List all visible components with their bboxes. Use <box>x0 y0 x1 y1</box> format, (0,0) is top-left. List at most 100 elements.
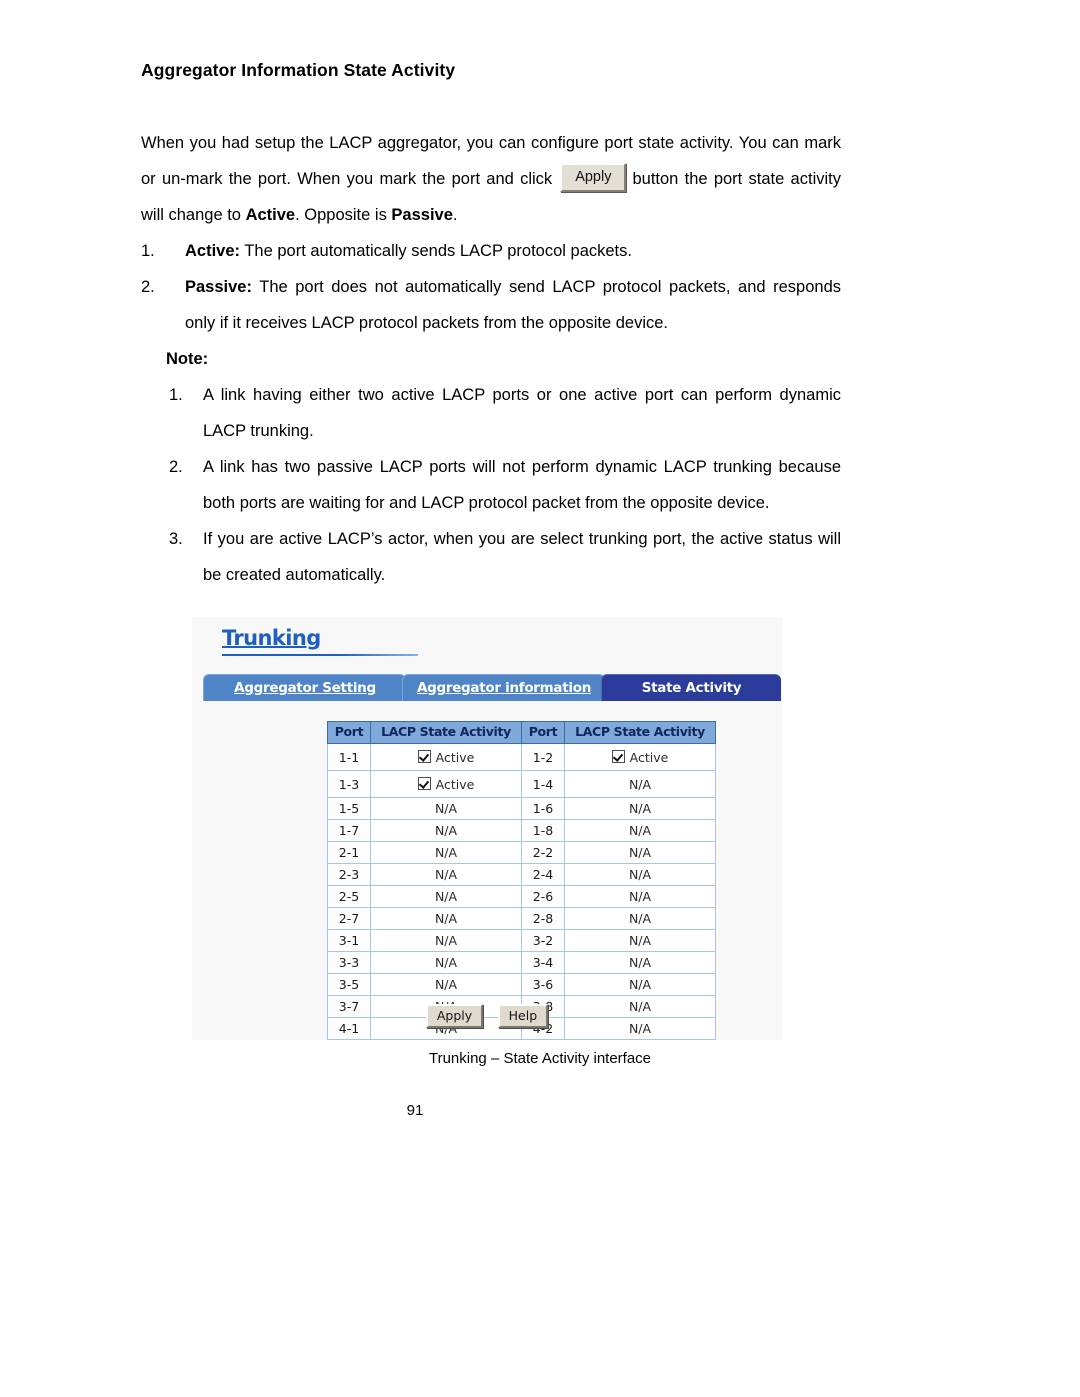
list-item: 3. If you are active LACP’s actor, when y… <box>141 521 841 593</box>
state-activity-cell: N/A <box>564 797 716 820</box>
state-label: N/A <box>628 776 652 792</box>
state-label: Active <box>435 776 475 792</box>
port-cell: 2-1 <box>327 841 371 864</box>
table-row: 2-5 N/A 2-6 N/A <box>327 885 716 908</box>
tab-aggregator-setting[interactable]: Aggregator Setting <box>203 674 406 701</box>
figure-caption: Trunking – State Activity interface <box>428 1050 652 1067</box>
list-item-number: 1. <box>169 386 183 404</box>
table-body: 1-1 Active 1-2 Active 1-3 Active 1-4 N/A 1-5 N/A 1… <box>327 743 716 1040</box>
state-label: N/A <box>628 977 652 992</box>
apply-button[interactable]: Apply <box>425 1004 484 1028</box>
lacp-state-activity-table: Port LACP State Activity Port LACP State… <box>327 721 716 1040</box>
port-cell: 2-8 <box>521 907 565 930</box>
screenshot-app-title: Trunking <box>222 626 321 650</box>
state-label: Active <box>629 749 669 765</box>
column-header-state-left: LACP State Activity <box>370 721 522 744</box>
state-label: N/A <box>628 911 652 926</box>
port-cell: 3-6 <box>521 973 565 996</box>
state-activity-cell[interactable]: Active <box>564 743 716 771</box>
port-cell: 1-8 <box>521 819 565 842</box>
table-row: 1-1 Active 1-2 Active <box>327 743 716 771</box>
list-item: 2. Passive: The port does not automatical… <box>141 269 841 341</box>
intro-bold-active: Active <box>245 206 296 224</box>
port-cell: 2-2 <box>521 841 565 864</box>
checkbox-checked-icon[interactable] <box>417 776 431 790</box>
port-cell: 1-2 <box>521 743 565 771</box>
port-cell: 3-4 <box>521 951 565 974</box>
state-activity-cell: N/A <box>370 819 522 842</box>
state-activity-cell: N/A <box>564 929 716 952</box>
state-activity-cell: N/A <box>564 770 716 798</box>
state-activity-cell: N/A <box>370 885 522 908</box>
state-label: N/A <box>628 823 652 838</box>
embedded-screenshot: Trunking Aggregator Setting Aggregator i… <box>192 617 782 1040</box>
port-cell: 2-3 <box>327 863 371 886</box>
state-activity-cell: N/A <box>370 797 522 820</box>
intro-bold-passive: Passive <box>391 206 453 224</box>
state-label: N/A <box>628 845 652 860</box>
table-row: 3-1 N/A 3-2 N/A <box>327 929 716 952</box>
inline-apply-button[interactable]: Apply <box>560 163 627 193</box>
state-label: Active <box>435 749 475 765</box>
tab-aggregator-information[interactable]: Aggregator information <box>402 674 605 701</box>
list-item: 1. Active: The port automatically sends L… <box>141 233 841 269</box>
state-activity-cell: N/A <box>564 951 716 974</box>
tab-state-activity[interactable]: State Activity <box>601 674 781 701</box>
intro-text-part3: . Opposite is <box>295 206 387 224</box>
list-item-number: 3. <box>169 530 183 548</box>
list-item-text: A link has two passive LACP ports will n… <box>203 458 841 512</box>
definition-list: 1. Active: The port automatically sends L… <box>141 233 841 341</box>
title-underline-rule <box>222 654 418 656</box>
tab-label: Aggregator Setting <box>234 680 376 696</box>
port-cell: 1-6 <box>521 797 565 820</box>
port-cell: 2-5 <box>327 885 371 908</box>
port-cell: 3-5 <box>327 973 371 996</box>
port-cell: 3-2 <box>521 929 565 952</box>
port-cell: 2-6 <box>521 885 565 908</box>
state-activity-cell[interactable]: Active <box>370 770 522 798</box>
tab-label: State Activity <box>641 680 742 696</box>
port-cell: 3-3 <box>327 951 371 974</box>
state-activity-cell: N/A <box>564 863 716 886</box>
table-row: 3-5 N/A 3-6 N/A <box>327 973 716 996</box>
state-activity-cell: N/A <box>564 841 716 864</box>
state-label: N/A <box>628 801 652 816</box>
column-header-port-left: Port <box>327 721 371 744</box>
port-cell: 1-4 <box>521 770 565 798</box>
list-item-number: 2. <box>169 458 183 476</box>
help-button[interactable]: Help <box>497 1004 549 1028</box>
intro-text-part4: . <box>452 206 458 224</box>
port-cell: 1-1 <box>327 743 371 771</box>
list-item-term: Passive: <box>185 278 252 296</box>
list-item-number: 1. <box>141 242 155 260</box>
state-activity-cell[interactable]: Active <box>370 743 522 771</box>
document-body: Aggregator Information State Activity Wh… <box>141 60 841 593</box>
list-item-number: 2. <box>141 278 155 296</box>
port-cell: 3-1 <box>327 929 371 952</box>
state-activity-cell: N/A <box>370 863 522 886</box>
note-heading: Note: <box>166 350 209 368</box>
state-label: N/A <box>434 823 458 838</box>
table-row: 1-5 N/A 1-6 N/A <box>327 797 716 820</box>
list-item-term: Active: <box>185 242 241 260</box>
list-item-text: The port does not automatically send LAC… <box>185 278 841 332</box>
state-label: N/A <box>628 933 652 948</box>
state-activity-cell: N/A <box>370 951 522 974</box>
intro-paragraph: When you had setup the LACP aggregator, … <box>141 125 841 233</box>
state-activity-cell: N/A <box>370 841 522 864</box>
tab-label: Aggregator information <box>416 680 592 696</box>
state-activity-cell: N/A <box>564 819 716 842</box>
checkbox-checked-icon[interactable] <box>417 749 431 763</box>
document-page: Aggregator Information State Activity Wh… <box>0 0 1080 1397</box>
column-header-state-right: LACP State Activity <box>564 721 716 744</box>
state-activity-cell: N/A <box>564 907 716 930</box>
table-row: 1-7 N/A 1-8 N/A <box>327 819 716 842</box>
list-item-text: A link having either two active LACP por… <box>203 386 841 440</box>
list-item-text: The port automatically sends LACP protoc… <box>244 242 632 260</box>
table-row: 1-3 Active 1-4 N/A <box>327 770 716 798</box>
state-label: N/A <box>434 845 458 860</box>
state-activity-cell: N/A <box>370 907 522 930</box>
checkbox-checked-icon[interactable] <box>611 749 625 763</box>
state-label: N/A <box>628 955 652 970</box>
list-item-text: If you are active LACP’s actor, when you… <box>203 530 841 584</box>
